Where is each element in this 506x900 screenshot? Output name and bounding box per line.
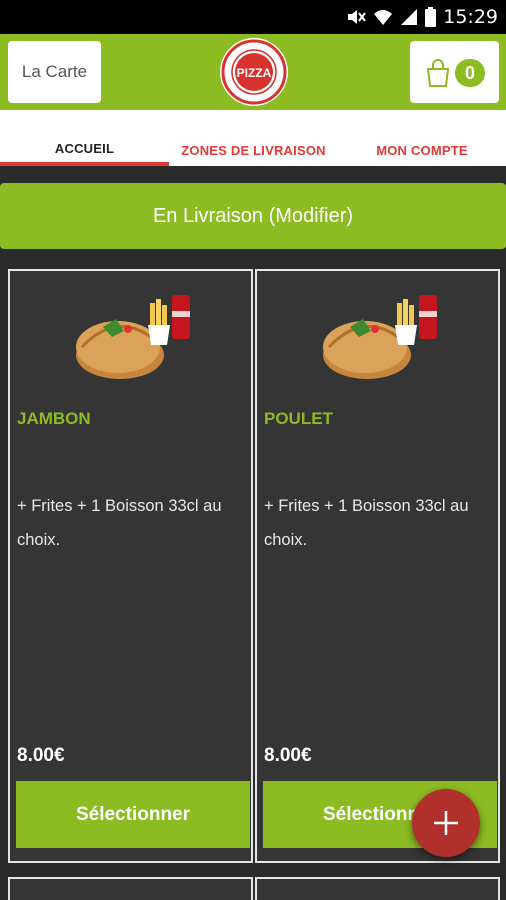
la-carte-button[interactable]: La Carte: [8, 41, 101, 103]
product-card[interactable]: POULET + Frites + 1 Boisson 33cl au choi…: [255, 269, 500, 863]
product-card-partial[interactable]: [8, 877, 253, 900]
cart-button[interactable]: 0: [410, 41, 499, 103]
signal-icon: [401, 9, 418, 25]
status-time: 15:29: [443, 6, 498, 28]
delivery-mode-button[interactable]: En Livraison (Modifier): [0, 183, 506, 249]
select-button[interactable]: Sélectionner: [16, 781, 250, 848]
add-fab-button[interactable]: [412, 789, 480, 857]
product-title: POULET: [264, 409, 333, 428]
product-description: + Frites + 1 Boisson 33cl au choix.: [17, 497, 222, 549]
product-card[interactable]: JAMBON + Frites + 1 Boisson 33cl au choi…: [8, 269, 253, 863]
cart-count-badge: 0: [455, 59, 485, 87]
product-title: JAMBON: [17, 409, 91, 428]
shopping-bag-icon: [426, 59, 450, 87]
logo-text: PIZZA: [237, 66, 272, 80]
tab-accueil[interactable]: ACCUEIL: [0, 110, 169, 166]
plus-icon: [434, 811, 458, 835]
product-price: 8.00€: [264, 745, 312, 766]
status-icons: 15:29: [346, 6, 498, 28]
battery-icon: [425, 7, 437, 27]
mute-icon: [348, 10, 367, 24]
calzone-menu-image: [76, 295, 190, 379]
product-description: + Frites + 1 Boisson 33cl au choix.: [264, 497, 469, 549]
wifi-icon: [374, 10, 393, 25]
product-card-partial[interactable]: [255, 877, 500, 900]
tab-mon-compte[interactable]: MON COMPTE: [338, 110, 506, 166]
pizza-logo: PIZZA: [220, 38, 288, 106]
tab-bar: ACCUEIL ZONES DE LIVRAISON MON COMPTE: [0, 110, 506, 166]
status-bar: 15:29: [0, 0, 506, 34]
product-price: 8.00€: [17, 745, 65, 766]
top-bar: La Carte PIZZA 0: [0, 34, 506, 110]
tab-zones-de-livraison[interactable]: ZONES DE LIVRAISON: [169, 110, 338, 166]
calzone-menu-image: [323, 295, 437, 379]
